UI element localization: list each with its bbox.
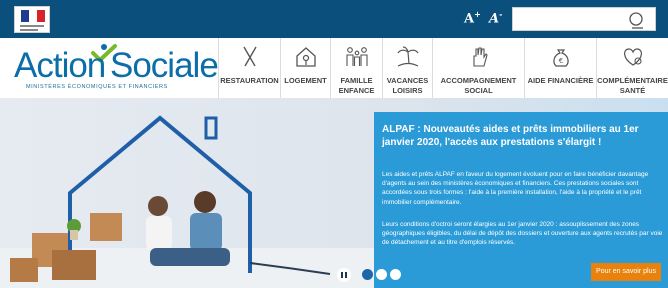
nav-label: COMPLÉMENTAIRE SANTÉ xyxy=(597,76,668,95)
logo-tagline: MINISTÈRES ÉCONOMIQUES ET FINANCIERS xyxy=(26,84,168,90)
nav-label: ACCOMPAGNEMENT SOCIAL xyxy=(440,76,517,95)
slider-dot[interactable] xyxy=(362,269,373,280)
minus-icon: - xyxy=(499,9,503,19)
nav-label: LOGEMENT xyxy=(284,76,327,85)
news-title: ALPAF : Nouveautés aides et prêts immobi… xyxy=(382,124,639,148)
french-flag-icon xyxy=(21,10,45,22)
decrease-font-label: A xyxy=(489,11,500,27)
logo-text-line xyxy=(20,29,38,31)
hero-slider: ALPAF : Nouveautés aides et prêts immobi… xyxy=(0,98,668,288)
marianne-logo[interactable] xyxy=(14,6,50,33)
helping-hand-icon xyxy=(472,47,488,67)
svg-text:€: € xyxy=(558,57,562,65)
nav-item-logement[interactable]: LOGEMENT xyxy=(280,38,330,98)
search-icon[interactable] xyxy=(628,11,646,29)
nav-label: RESTAURATION xyxy=(220,76,279,85)
family-icon xyxy=(345,47,368,66)
house-key-icon xyxy=(295,47,316,67)
nav-item-complementaire-sante[interactable]: COMPLÉMENTAIRE SANTÉ xyxy=(596,38,668,98)
palm-tree-icon xyxy=(397,46,418,67)
nav-item-famille-enfance[interactable]: FAMILLE ENFANCE xyxy=(330,38,382,98)
learn-more-button[interactable]: Pour en savoir plus xyxy=(591,263,661,281)
search-input[interactable] xyxy=(517,11,617,27)
nav-item-accompagnement-social[interactable]: ACCOMPAGNEMENT SOCIAL xyxy=(432,38,524,98)
logo-word-sociale: Sociale xyxy=(110,46,219,85)
nav-label: FAMILLE ENFANCE xyxy=(338,76,375,95)
health-heart-icon xyxy=(623,48,642,66)
news-panel: ALPAF : Nouveautés aides et prêts immobi… xyxy=(374,112,668,288)
plus-icon: + xyxy=(474,9,481,19)
nav-item-aide-financiere[interactable]: € AIDE FINANCIÈRE xyxy=(524,38,596,98)
slider-dot[interactable] xyxy=(376,269,387,280)
nav-item-vacances-loisirs[interactable]: VACANCES LOISIRS xyxy=(382,38,432,98)
top-bar: A+ A- xyxy=(0,0,668,38)
nav-label: VACANCES LOISIRS xyxy=(386,76,429,95)
logo-text-line xyxy=(20,25,44,27)
news-paragraph: Leurs conditions d'octroi seront élargie… xyxy=(382,221,663,247)
news-paragraph: Les aides et prêts ALPAF en faveur du lo… xyxy=(382,171,649,206)
increase-font-label: A xyxy=(464,11,475,27)
main-navigation: Action Sociale MINISTÈRES ÉCONOMIQUES ET… xyxy=(0,38,668,98)
increase-font-button[interactable]: A+ xyxy=(464,9,481,26)
pause-icon[interactable] xyxy=(337,268,351,282)
slider-dot[interactable] xyxy=(390,269,401,280)
money-bag-icon: € xyxy=(552,49,569,67)
action-sociale-logo[interactable]: Action Sociale MINISTÈRES ÉCONOMIQUES ET… xyxy=(14,44,219,94)
search-box xyxy=(512,7,656,31)
decrease-font-button[interactable]: A- xyxy=(489,9,502,26)
nav-item-restauration[interactable]: RESTAURATION xyxy=(218,38,280,98)
cutlery-icon xyxy=(242,46,257,67)
logo-word-action: Action xyxy=(14,46,106,85)
nav-label: AIDE FINANCIÈRE xyxy=(527,76,594,85)
